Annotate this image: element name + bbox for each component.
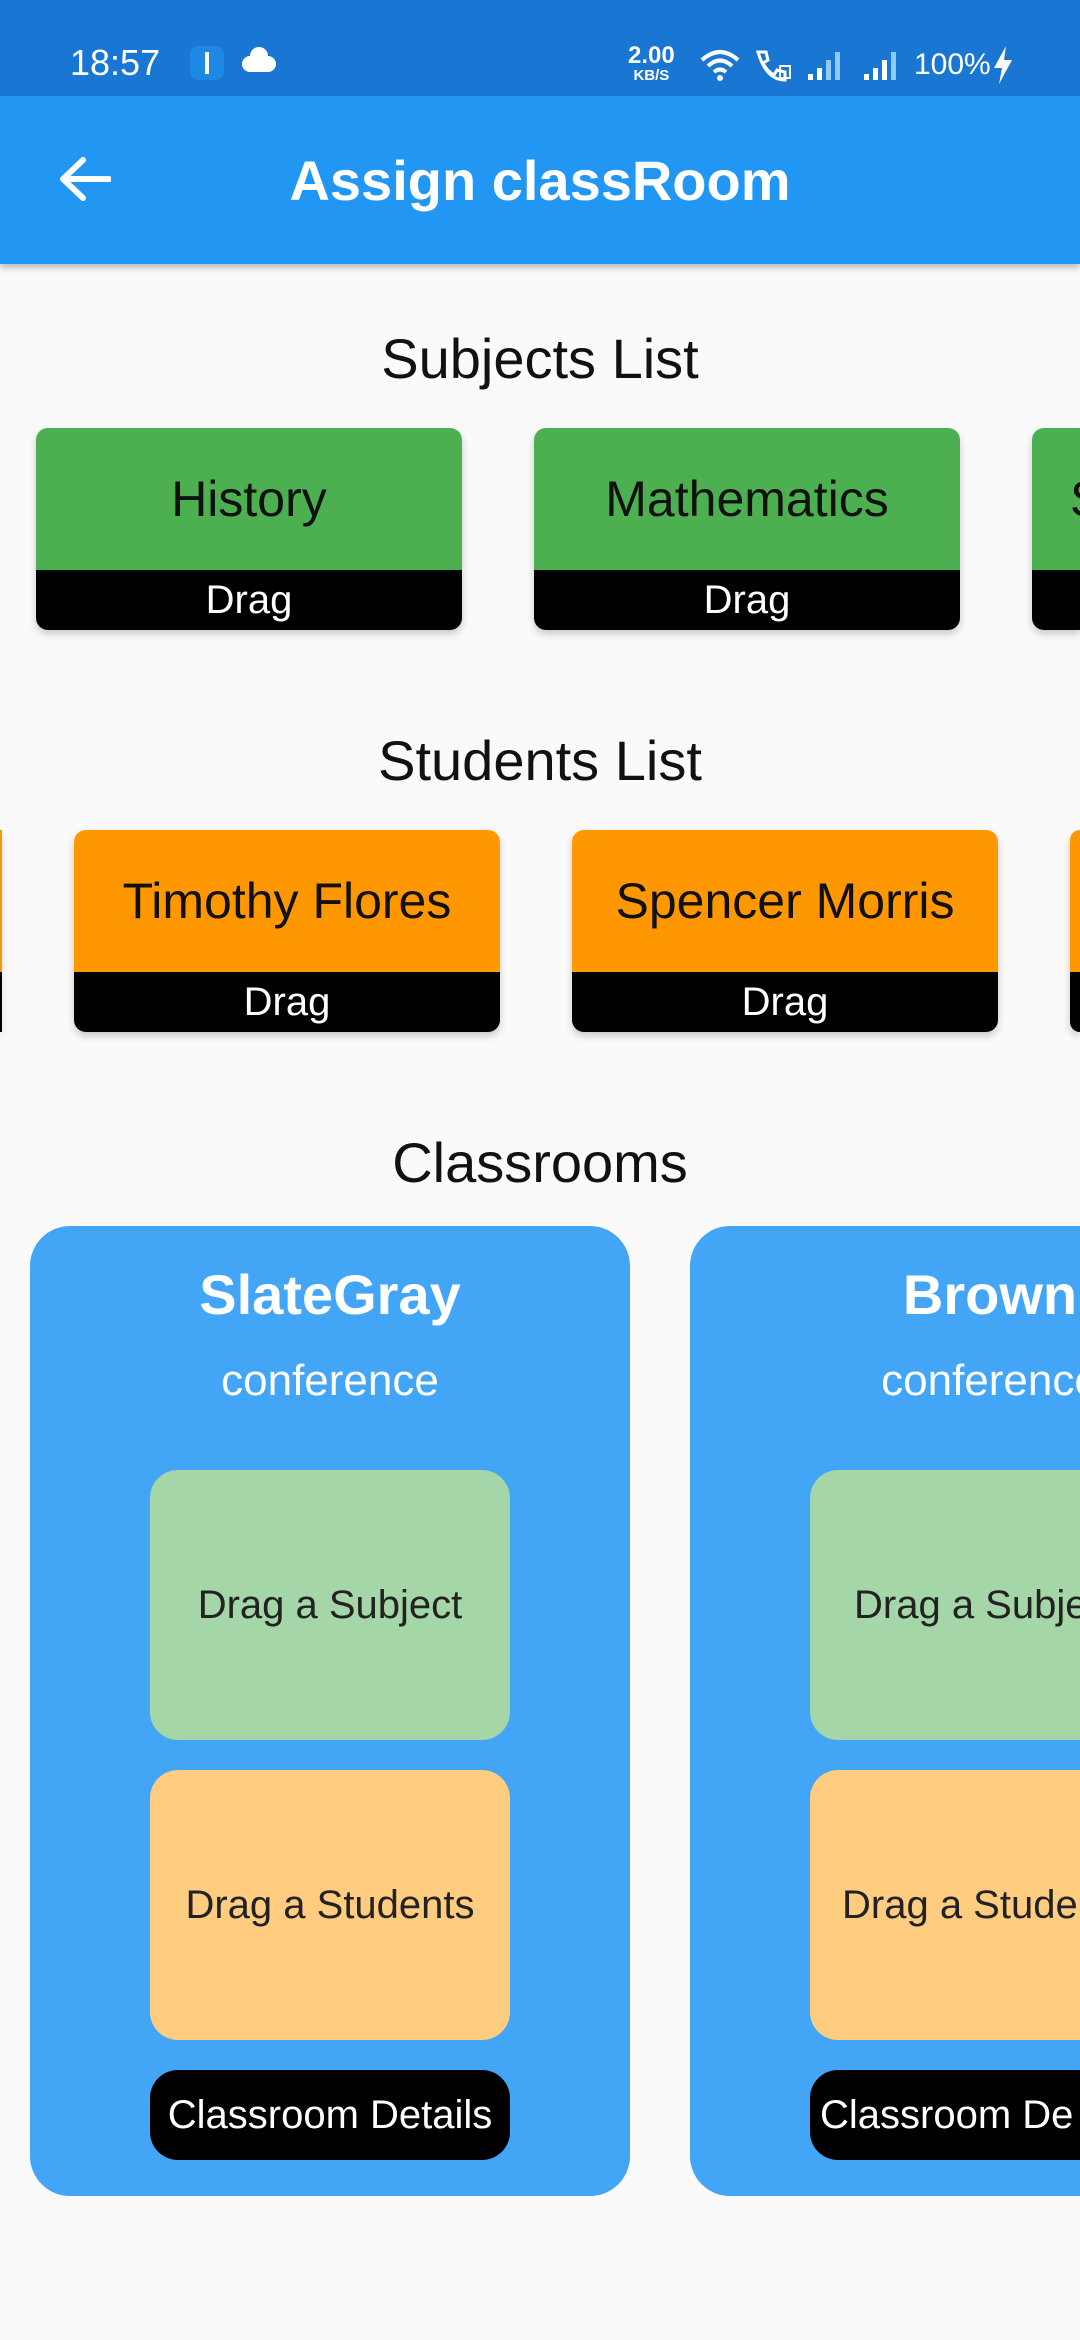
usb-icon bbox=[190, 46, 224, 80]
classroom-card-clip: Brown conference Drag a Subje Drag a Stu… bbox=[690, 1226, 1080, 2196]
drag-handle[interactable] bbox=[1070, 972, 1080, 1032]
drag-handle[interactable] bbox=[0, 972, 2, 1032]
student-chip-label: Timothy Flores bbox=[74, 830, 500, 972]
subject-drop-zone[interactable]: Drag a Subject bbox=[150, 1470, 510, 1740]
student-drop-zone[interactable]: Drag a Stude bbox=[810, 1770, 1080, 2040]
student-chip-label: Spencer Morris bbox=[572, 830, 998, 972]
signal-icon bbox=[864, 52, 896, 80]
classroom-card-brown: Brown conference Drag a Subje Drag a Stu… bbox=[690, 1226, 1080, 2196]
drag-handle[interactable]: Drag bbox=[534, 570, 960, 630]
cloud-icon bbox=[242, 47, 276, 72]
classrooms-title: Classrooms bbox=[392, 1131, 688, 1194]
student-drop-zone[interactable]: Drag a Students bbox=[150, 1770, 510, 2040]
subject-chip-label: Mathematics bbox=[534, 428, 960, 570]
network-speed-value: 2.00 bbox=[628, 42, 675, 69]
wifi-icon bbox=[700, 50, 740, 81]
status-time: 18:57 bbox=[70, 42, 161, 83]
battery-percentage: 100% bbox=[914, 48, 991, 81]
drag-handle[interactable]: Drag bbox=[74, 972, 500, 1032]
student-chip-label bbox=[0, 830, 2, 972]
classroom-details-button[interactable]: Classroom De bbox=[810, 2070, 1080, 2160]
classroom-type: conference bbox=[881, 1356, 1080, 1405]
drag-handle[interactable]: Drag bbox=[36, 570, 462, 630]
status-bar: 18:57 2.00 KB/S 100% bbox=[0, 0, 1080, 96]
student-chip-partial-right[interactable] bbox=[1070, 830, 1080, 1032]
drag-handle[interactable] bbox=[1032, 570, 1080, 630]
subject-drop-zone[interactable]: Drag a Subje bbox=[810, 1470, 1080, 1740]
subject-chip-mathematics[interactable]: Mathematics Drag bbox=[534, 428, 960, 630]
student-chip-partial-left[interactable] bbox=[0, 830, 2, 1032]
signal-icon bbox=[808, 52, 840, 80]
classroom-type: conference bbox=[221, 1356, 439, 1405]
students-list-title: Students List bbox=[378, 729, 702, 792]
subject-chip-label: History bbox=[36, 428, 462, 570]
classroom-details-button[interactable]: Classroom Details bbox=[150, 2070, 510, 2160]
charging-bolt-icon bbox=[994, 46, 1012, 84]
subject-chip-history[interactable]: History Drag bbox=[36, 428, 462, 630]
subject-chip-partial[interactable]: S bbox=[1032, 428, 1080, 630]
network-speed: 2.00 KB/S bbox=[628, 42, 675, 84]
page-title: Assign classRoom bbox=[289, 149, 791, 212]
classroom-name: SlateGray bbox=[199, 1263, 461, 1326]
wifi-call-icon bbox=[756, 50, 791, 82]
student-chip-timothy-flores[interactable]: Timothy Flores Drag bbox=[74, 830, 500, 1032]
drag-handle[interactable]: Drag bbox=[572, 972, 998, 1032]
classroom-name: Brown bbox=[902, 1263, 1078, 1326]
subject-chip-label: S bbox=[1032, 428, 1080, 570]
subjects-list-title: Subjects List bbox=[381, 327, 699, 390]
student-chip-label bbox=[1070, 830, 1080, 972]
student-chip-spencer-morris[interactable]: Spencer Morris Drag bbox=[572, 830, 998, 1032]
classroom-card-slategray: SlateGray conference Drag a Subject Drag… bbox=[30, 1226, 630, 2196]
app-bar: Assign classRoom bbox=[0, 96, 1080, 264]
network-speed-unit: KB/S bbox=[633, 67, 670, 84]
